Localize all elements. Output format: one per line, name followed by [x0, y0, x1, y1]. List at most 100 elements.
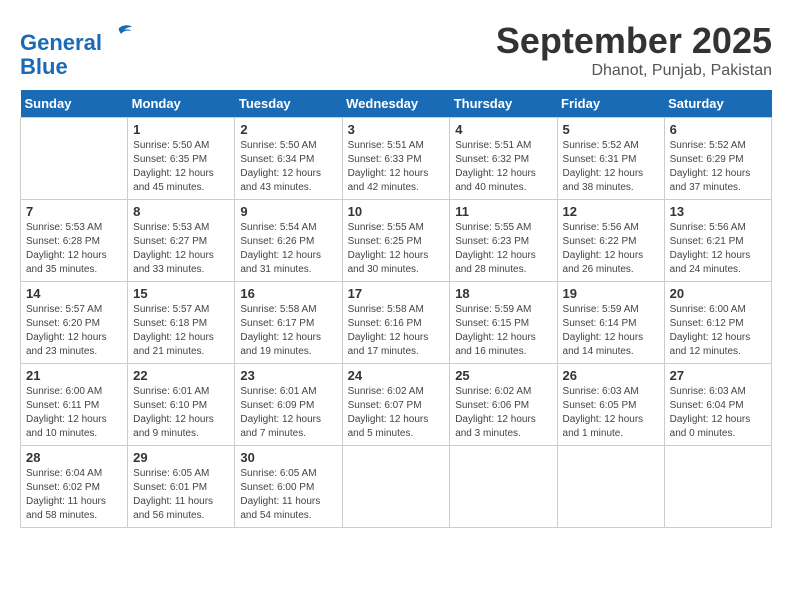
day-info: Sunrise: 5:51 AM Sunset: 6:32 PM Dayligh… [455, 139, 551, 195]
day-info: Sunrise: 6:00 AM Sunset: 6:12 PM Dayligh… [670, 303, 766, 359]
calendar-cell [450, 446, 557, 528]
weekday-header-thursday: Thursday [450, 90, 557, 118]
day-info: Sunrise: 5:52 AM Sunset: 6:29 PM Dayligh… [670, 139, 766, 195]
calendar-cell: 3 Sunrise: 5:51 AM Sunset: 6:33 PM Daylig… [342, 118, 450, 200]
day-number: 29 [133, 450, 229, 465]
calendar-header: SundayMondayTuesdayWednesdayThursdayFrid… [21, 90, 772, 118]
day-number: 21 [26, 368, 122, 383]
calendar-cell: 5 Sunrise: 5:52 AM Sunset: 6:31 PM Daylig… [557, 118, 664, 200]
calendar-cell: 7 Sunrise: 5:53 AM Sunset: 6:28 PM Daylig… [21, 200, 128, 282]
calendar-cell: 1 Sunrise: 5:50 AM Sunset: 6:35 PM Daylig… [128, 118, 235, 200]
calendar-cell: 13 Sunrise: 5:56 AM Sunset: 6:21 PM Dayli… [664, 200, 771, 282]
day-number: 20 [670, 286, 766, 301]
day-number: 14 [26, 286, 122, 301]
weekday-header-sunday: Sunday [21, 90, 128, 118]
day-info: Sunrise: 6:01 AM Sunset: 6:10 PM Dayligh… [133, 385, 229, 441]
day-info: Sunrise: 6:05 AM Sunset: 6:00 PM Dayligh… [240, 467, 336, 523]
day-number: 9 [240, 204, 336, 219]
calendar-cell: 28 Sunrise: 6:04 AM Sunset: 6:02 PM Dayli… [21, 446, 128, 528]
calendar-cell: 20 Sunrise: 6:00 AM Sunset: 6:12 PM Dayli… [664, 282, 771, 364]
day-info: Sunrise: 6:02 AM Sunset: 6:06 PM Dayligh… [455, 385, 551, 441]
day-info: Sunrise: 5:50 AM Sunset: 6:35 PM Dayligh… [133, 139, 229, 195]
calendar-cell: 24Sunrise: 6:02 AM Sunset: 6:07 PM Dayli… [342, 364, 450, 446]
calendar-body: 1 Sunrise: 5:50 AM Sunset: 6:35 PM Daylig… [21, 118, 772, 528]
location-subtitle: Dhanot, Punjab, Pakistan [496, 62, 772, 80]
logo: General Blue [20, 20, 134, 79]
page-header: General Blue September 2025 Dhanot, Punj… [20, 20, 772, 80]
calendar-cell [664, 446, 771, 528]
weekday-header-row: SundayMondayTuesdayWednesdayThursdayFrid… [21, 90, 772, 118]
day-info: Sunrise: 5:58 AM Sunset: 6:16 PM Dayligh… [348, 303, 445, 359]
calendar-week-2: 7 Sunrise: 5:53 AM Sunset: 6:28 PM Daylig… [21, 200, 772, 282]
calendar-cell: 10 Sunrise: 5:55 AM Sunset: 6:25 PM Dayli… [342, 200, 450, 282]
weekday-header-friday: Friday [557, 90, 664, 118]
day-info: Sunrise: 5:58 AM Sunset: 6:17 PM Dayligh… [240, 303, 336, 359]
day-info: Sunrise: 5:57 AM Sunset: 6:20 PM Dayligh… [26, 303, 122, 359]
day-number: 18 [455, 286, 551, 301]
day-info: Sunrise: 5:53 AM Sunset: 6:27 PM Dayligh… [133, 221, 229, 277]
day-number: 10 [348, 204, 445, 219]
calendar-cell: 22 Sunrise: 6:01 AM Sunset: 6:10 PM Dayli… [128, 364, 235, 446]
calendar-cell: 19Sunrise: 5:59 AM Sunset: 6:14 PM Dayli… [557, 282, 664, 364]
weekday-header-wednesday: Wednesday [342, 90, 450, 118]
calendar-cell: 16 Sunrise: 5:58 AM Sunset: 6:17 PM Dayli… [235, 282, 342, 364]
calendar-cell: 18Sunrise: 5:59 AM Sunset: 6:15 PM Dayli… [450, 282, 557, 364]
day-info: Sunrise: 5:54 AM Sunset: 6:26 PM Dayligh… [240, 221, 336, 277]
calendar-cell: 27Sunrise: 6:03 AM Sunset: 6:04 PM Dayli… [664, 364, 771, 446]
calendar-cell [557, 446, 664, 528]
day-number: 5 [563, 122, 659, 137]
day-info: Sunrise: 5:55 AM Sunset: 6:23 PM Dayligh… [455, 221, 551, 277]
day-number: 13 [670, 204, 766, 219]
logo-bird-icon [104, 20, 134, 50]
day-info: Sunrise: 5:51 AM Sunset: 6:33 PM Dayligh… [348, 139, 445, 195]
weekday-header-saturday: Saturday [664, 90, 771, 118]
day-number: 23 [240, 368, 336, 383]
day-number: 1 [133, 122, 229, 137]
day-number: 12 [563, 204, 659, 219]
day-info: Sunrise: 5:56 AM Sunset: 6:22 PM Dayligh… [563, 221, 659, 277]
calendar-cell: 8 Sunrise: 5:53 AM Sunset: 6:27 PM Daylig… [128, 200, 235, 282]
day-number: 4 [455, 122, 551, 137]
day-number: 17 [348, 286, 445, 301]
day-number: 28 [26, 450, 122, 465]
calendar-cell: 4 Sunrise: 5:51 AM Sunset: 6:32 PM Daylig… [450, 118, 557, 200]
day-info: Sunrise: 6:03 AM Sunset: 6:05 PM Dayligh… [563, 385, 659, 441]
day-number: 22 [133, 368, 229, 383]
logo-general: General [20, 30, 102, 55]
calendar-cell: 26 Sunrise: 6:03 AM Sunset: 6:05 PM Dayli… [557, 364, 664, 446]
calendar-cell: 15Sunrise: 5:57 AM Sunset: 6:18 PM Dayli… [128, 282, 235, 364]
day-number: 7 [26, 204, 122, 219]
day-number: 16 [240, 286, 336, 301]
weekday-header-monday: Monday [128, 90, 235, 118]
calendar-cell: 30 Sunrise: 6:05 AM Sunset: 6:00 PM Dayli… [235, 446, 342, 528]
day-info: Sunrise: 6:04 AM Sunset: 6:02 PM Dayligh… [26, 467, 122, 523]
day-info: Sunrise: 6:02 AM Sunset: 6:07 PM Dayligh… [348, 385, 445, 441]
calendar-week-1: 1 Sunrise: 5:50 AM Sunset: 6:35 PM Daylig… [21, 118, 772, 200]
day-number: 26 [563, 368, 659, 383]
calendar-cell: 11 Sunrise: 5:55 AM Sunset: 6:23 PM Dayli… [450, 200, 557, 282]
day-info: Sunrise: 5:55 AM Sunset: 6:25 PM Dayligh… [348, 221, 445, 277]
logo-blue: Blue [20, 54, 68, 79]
day-info: Sunrise: 5:56 AM Sunset: 6:21 PM Dayligh… [670, 221, 766, 277]
calendar-cell: 17 Sunrise: 5:58 AM Sunset: 6:16 PM Dayli… [342, 282, 450, 364]
calendar-week-4: 21 Sunrise: 6:00 AM Sunset: 6:11 PM Dayli… [21, 364, 772, 446]
calendar-cell: 29Sunrise: 6:05 AM Sunset: 6:01 PM Dayli… [128, 446, 235, 528]
day-info: Sunrise: 5:52 AM Sunset: 6:31 PM Dayligh… [563, 139, 659, 195]
day-number: 8 [133, 204, 229, 219]
calendar-week-3: 14 Sunrise: 5:57 AM Sunset: 6:20 PM Dayli… [21, 282, 772, 364]
calendar-cell [21, 118, 128, 200]
day-info: Sunrise: 5:53 AM Sunset: 6:28 PM Dayligh… [26, 221, 122, 277]
calendar-cell [342, 446, 450, 528]
day-info: Sunrise: 6:00 AM Sunset: 6:11 PM Dayligh… [26, 385, 122, 441]
day-number: 3 [348, 122, 445, 137]
day-number: 11 [455, 204, 551, 219]
month-title: September 2025 [496, 20, 772, 62]
title-block: September 2025 Dhanot, Punjab, Pakistan [496, 20, 772, 80]
day-number: 15 [133, 286, 229, 301]
day-number: 2 [240, 122, 336, 137]
day-number: 30 [240, 450, 336, 465]
day-number: 19 [563, 286, 659, 301]
day-number: 6 [670, 122, 766, 137]
day-info: Sunrise: 6:03 AM Sunset: 6:04 PM Dayligh… [670, 385, 766, 441]
calendar-cell: 9 Sunrise: 5:54 AM Sunset: 6:26 PM Daylig… [235, 200, 342, 282]
